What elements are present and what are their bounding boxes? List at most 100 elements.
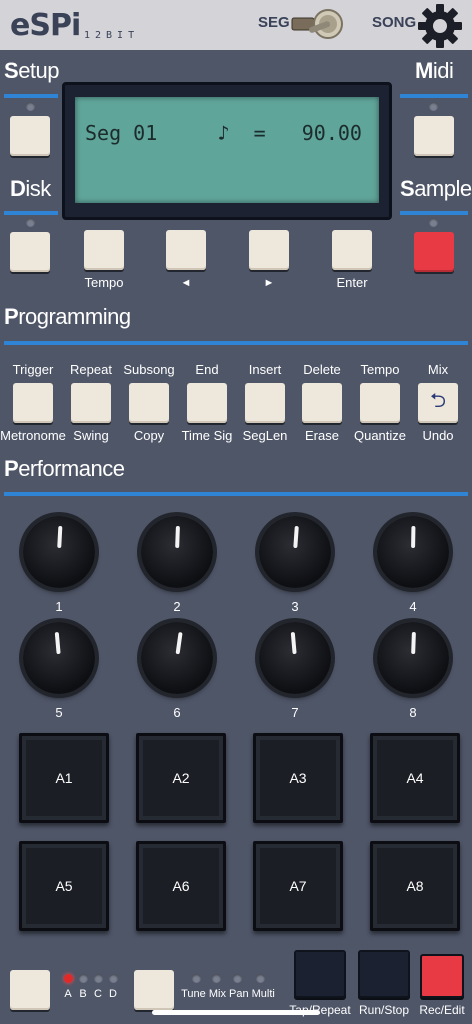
enter-button[interactable]: [332, 230, 372, 270]
mode-labels: Tune Mix Pan Multi: [181, 988, 275, 1000]
knob-indicator: [293, 525, 299, 549]
mode-led-1: [192, 974, 201, 983]
pad-a2[interactable]: A2: [136, 733, 226, 823]
tempo-button[interactable]: [84, 230, 124, 270]
pad-a7[interactable]: A7: [253, 841, 343, 931]
pad-label: A2: [172, 770, 190, 786]
bank-label: D: [109, 988, 117, 1000]
disk-heading: Disk: [10, 176, 51, 201]
pad-label: A4: [406, 770, 424, 786]
pad-a6[interactable]: A6: [136, 841, 226, 931]
programming-bottom-label: Undo: [422, 428, 454, 443]
knob-indicator: [411, 631, 416, 655]
knob-8[interactable]: [377, 622, 449, 694]
programming-bottom-label: Swing: [73, 428, 109, 443]
lcd-display: Seg 01 ♪ = 90.00: [75, 97, 379, 203]
bank-label: C: [94, 988, 102, 1000]
programming-button-1[interactable]: [13, 383, 53, 423]
bank-label: A: [64, 988, 72, 1000]
knob-4[interactable]: [377, 516, 449, 588]
tempo-label: Tempo: [84, 275, 124, 290]
programming-top-label: Trigger: [12, 362, 54, 377]
sample-rule: [400, 211, 468, 215]
knob-7[interactable]: [259, 622, 331, 694]
programming-top-label: End: [195, 362, 219, 377]
programming-bottom-label: SegLen: [242, 428, 288, 443]
rec-edit-button[interactable]: [420, 954, 464, 998]
midi-button[interactable]: [414, 116, 454, 156]
lcd-frame: Seg 01 ♪ = 90.00: [62, 82, 392, 220]
knob-2[interactable]: [141, 516, 213, 588]
bank-led-a: [64, 974, 73, 983]
setup-led: [26, 102, 35, 111]
setup-rule: [4, 94, 58, 98]
enter-label: Enter: [336, 275, 368, 290]
programming-button-2[interactable]: [71, 383, 111, 423]
top-bar: eSPi 12BIT SEG SONG: [0, 0, 472, 50]
setup-button[interactable]: [10, 116, 50, 156]
song-label: SONG: [372, 14, 417, 31]
setup-heading: Setup: [4, 58, 60, 83]
home-indicator: [152, 1010, 320, 1015]
bank-led-d: [109, 974, 118, 983]
programming-button-5[interactable]: [245, 383, 285, 423]
logo-subtitle: 12BIT: [84, 30, 140, 41]
bank-button[interactable]: [10, 970, 50, 1010]
programming-button-7[interactable]: [360, 383, 400, 423]
programming-rule: [4, 341, 468, 345]
knob-6[interactable]: [141, 622, 213, 694]
pad-a5[interactable]: A5: [19, 841, 109, 931]
knob-1[interactable]: [23, 516, 95, 588]
programming-button-8[interactable]: ⮌: [418, 383, 458, 423]
right-button[interactable]: [249, 230, 289, 270]
mode-button[interactable]: [134, 970, 174, 1010]
knob-5[interactable]: [23, 622, 95, 694]
programming-top-label: Tempo: [360, 362, 400, 377]
knob-label: 3: [291, 599, 299, 614]
pad-a8[interactable]: A8: [370, 841, 460, 931]
knob-label: 7: [291, 705, 299, 720]
run-stop-button[interactable]: [358, 950, 410, 998]
midi-rule: [400, 94, 468, 98]
undo-arrow-icon: ⮌: [429, 390, 447, 412]
sample-button[interactable]: [414, 232, 454, 272]
programming-bottom-label: Quantize: [353, 428, 407, 443]
disk-button[interactable]: [10, 232, 50, 272]
programming-top-label: Mix: [427, 362, 449, 377]
mode-led-3: [233, 974, 242, 983]
programming-bottom-label: Time Sig: [181, 428, 233, 443]
programming-button-4[interactable]: [187, 383, 227, 423]
knob-3[interactable]: [259, 516, 331, 588]
performance-heading: Performance: [4, 456, 125, 481]
knob-indicator: [54, 631, 61, 655]
knob-label: 4: [409, 599, 417, 614]
gear-icon[interactable]: [416, 2, 464, 50]
disk-led: [26, 218, 35, 227]
programming-bottom-label: Copy: [133, 428, 165, 443]
sample-heading: Sample: [400, 176, 472, 201]
knob-label: 2: [173, 599, 181, 614]
app-logo: eSPi: [10, 8, 81, 43]
pad-a3[interactable]: A3: [253, 733, 343, 823]
knob-label: 6: [173, 705, 181, 720]
tap-repeat-button[interactable]: [294, 950, 346, 998]
programming-heading: Programming: [4, 304, 131, 329]
bank-led-b: [79, 974, 88, 983]
pad-label: A7: [289, 878, 307, 894]
programming-button-3[interactable]: [129, 383, 169, 423]
rec-edit-label: Rec/Edit: [419, 1003, 465, 1017]
programming-button-6[interactable]: [302, 383, 342, 423]
seg-song-toggle-icon[interactable]: [288, 8, 348, 40]
run-stop-label: Run/Stop: [358, 1003, 410, 1017]
pad-label: A1: [55, 770, 73, 786]
programming-top-label: Repeat: [70, 362, 112, 377]
pad-label: A3: [289, 770, 307, 786]
pad-a4[interactable]: A4: [370, 733, 460, 823]
pad-a1[interactable]: A1: [19, 733, 109, 823]
bank-led-c: [94, 974, 103, 983]
left-button[interactable]: [166, 230, 206, 270]
knob-indicator: [411, 525, 416, 549]
left-arrow-icon: ◄: [180, 277, 192, 289]
lcd-text: Seg 01 ♪ = 90.00: [85, 121, 362, 145]
midi-led: [429, 102, 438, 111]
